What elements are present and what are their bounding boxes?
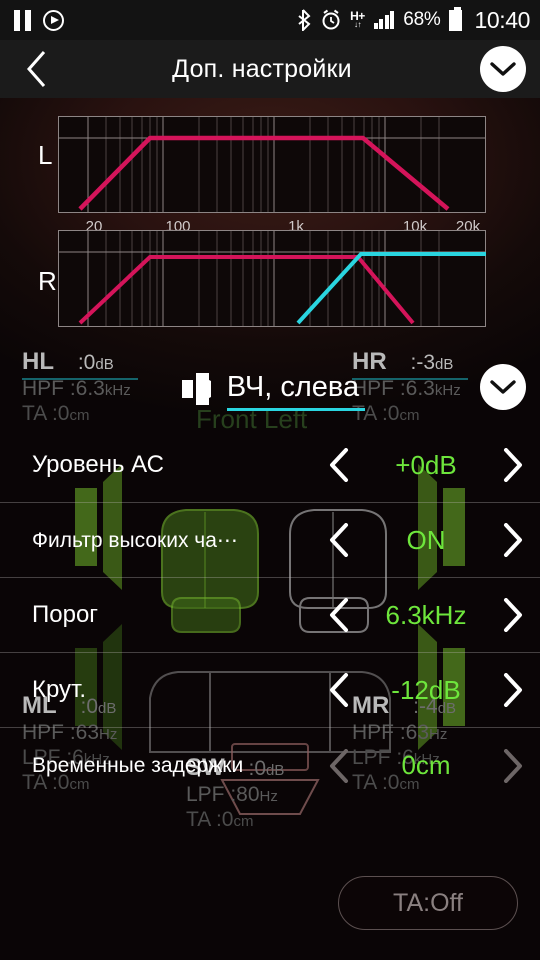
chevron-right-icon <box>504 523 522 557</box>
chevron-right-icon <box>504 748 522 783</box>
row-time-alignment-prev[interactable] <box>312 728 366 803</box>
chevron-right-icon <box>504 598 522 632</box>
row-slope-prev[interactable] <box>312 653 366 727</box>
graph-left-svg <box>58 116 486 213</box>
row-slope-value: -12dB <box>391 674 461 705</box>
row-speaker-level-next[interactable] <box>486 428 540 502</box>
header-bar: Доп. настройки <box>0 40 540 98</box>
status-bar: H+ ↓↑ 68% 10:40 <box>0 0 540 40</box>
signal-icon <box>373 11 395 29</box>
chevron-left-icon <box>330 448 348 482</box>
chevron-left-icon <box>330 598 348 632</box>
chevron-left-icon <box>330 673 348 707</box>
bluetooth-icon <box>298 9 311 31</box>
row-high-pass-filter-next[interactable] <box>486 503 540 577</box>
row-cutoff-frequency-label: Порог <box>32 601 99 628</box>
graph-left-plot <box>58 116 486 218</box>
status-bar-left <box>14 9 64 31</box>
speaker-selector-dropdown-button[interactable] <box>480 364 526 410</box>
row-slope[interactable]: Крут. -12dB <box>0 653 540 728</box>
play-circle-icon <box>43 9 64 31</box>
page-title: Доп. настройки <box>172 54 352 83</box>
row-time-alignment-control: 0cm <box>312 728 540 803</box>
graph-left-label: L <box>38 140 53 170</box>
selected-speaker-label: ВЧ, слева <box>226 370 360 403</box>
graph-right-plot <box>58 230 486 332</box>
row-speaker-level[interactable]: Уровень АС +0dB <box>0 428 540 503</box>
row-high-pass-filter-label: Фильтр высоких ча⋯ <box>32 528 238 552</box>
chevron-left-icon <box>330 523 348 557</box>
battery-percent: 68% <box>403 9 441 30</box>
chevron-down-icon <box>490 62 516 76</box>
row-high-pass-filter-control: ON <box>312 503 540 577</box>
settings-rows: Уровень АС +0dB Фильтр высоких ча⋯ ON По… <box>0 428 540 803</box>
row-speaker-level-label: Уровень АС <box>32 451 164 478</box>
row-time-alignment-label: Временные задержки <box>32 753 244 777</box>
row-slope-control: -12dB <box>312 653 540 727</box>
row-speaker-level-control: +0dB <box>312 428 540 502</box>
row-cutoff-frequency-value: 6.3kHz <box>385 599 467 630</box>
graph-right-label: R <box>38 266 57 296</box>
eq-graphs: L 20 100 1k 10k 20k R <box>0 98 540 346</box>
alarm-icon <box>322 9 340 30</box>
clock: 10:40 <box>474 6 530 33</box>
row-cutoff-frequency-next[interactable] <box>486 578 540 652</box>
selected-speaker-inner: ВЧ, слева <box>181 370 366 411</box>
row-time-alignment-value: 0cm <box>401 750 451 780</box>
row-high-pass-filter[interactable]: Фильтр высоких ча⋯ ON <box>0 503 540 578</box>
hplus-data-icon: H+ ↓↑ <box>350 10 365 29</box>
row-slope-label: Крут. <box>32 676 87 703</box>
chevron-down-icon <box>490 380 516 394</box>
time-alignment-toggle-label: TA:Off <box>393 888 463 917</box>
row-time-alignment-next[interactable] <box>486 728 540 803</box>
battery-icon <box>449 6 463 31</box>
row-time-alignment[interactable]: Временные задержки 0cm <box>0 728 540 803</box>
row-slope-next[interactable] <box>486 653 540 727</box>
chevron-right-icon <box>504 448 522 482</box>
pause-icon <box>14 9 31 31</box>
status-bar-right: H+ ↓↑ 68% 10:40 <box>296 6 530 34</box>
row-cutoff-frequency[interactable]: Порог 6.3kHz <box>0 578 540 653</box>
time-alignment-toggle-button[interactable]: TA:Off <box>338 876 518 930</box>
sw-ta: TA :0cm <box>186 808 254 831</box>
app-root: H+ ↓↑ 68% 10:40 Доп. настройки L 20 100 … <box>0 0 540 960</box>
row-cutoff-frequency-control: 6.3kHz <box>312 578 540 652</box>
row-high-pass-filter-value: ON <box>406 524 446 555</box>
selected-speaker-label-wrap: ВЧ, слева <box>226 370 366 411</box>
row-speaker-level-value: +0dB <box>395 449 457 480</box>
chevron-left-icon <box>330 748 348 783</box>
selected-speaker-underline <box>226 407 366 411</box>
row-cutoff-frequency-prev[interactable] <box>312 578 366 652</box>
chevron-right-icon <box>504 673 522 707</box>
speaker-icon <box>181 373 211 405</box>
row-speaker-level-prev[interactable] <box>312 428 366 502</box>
graph-right-svg <box>58 230 486 327</box>
collapse-panel-button[interactable] <box>480 46 526 92</box>
row-high-pass-filter-prev[interactable] <box>312 503 366 577</box>
selected-speaker-banner: ВЧ, слева <box>0 356 540 422</box>
